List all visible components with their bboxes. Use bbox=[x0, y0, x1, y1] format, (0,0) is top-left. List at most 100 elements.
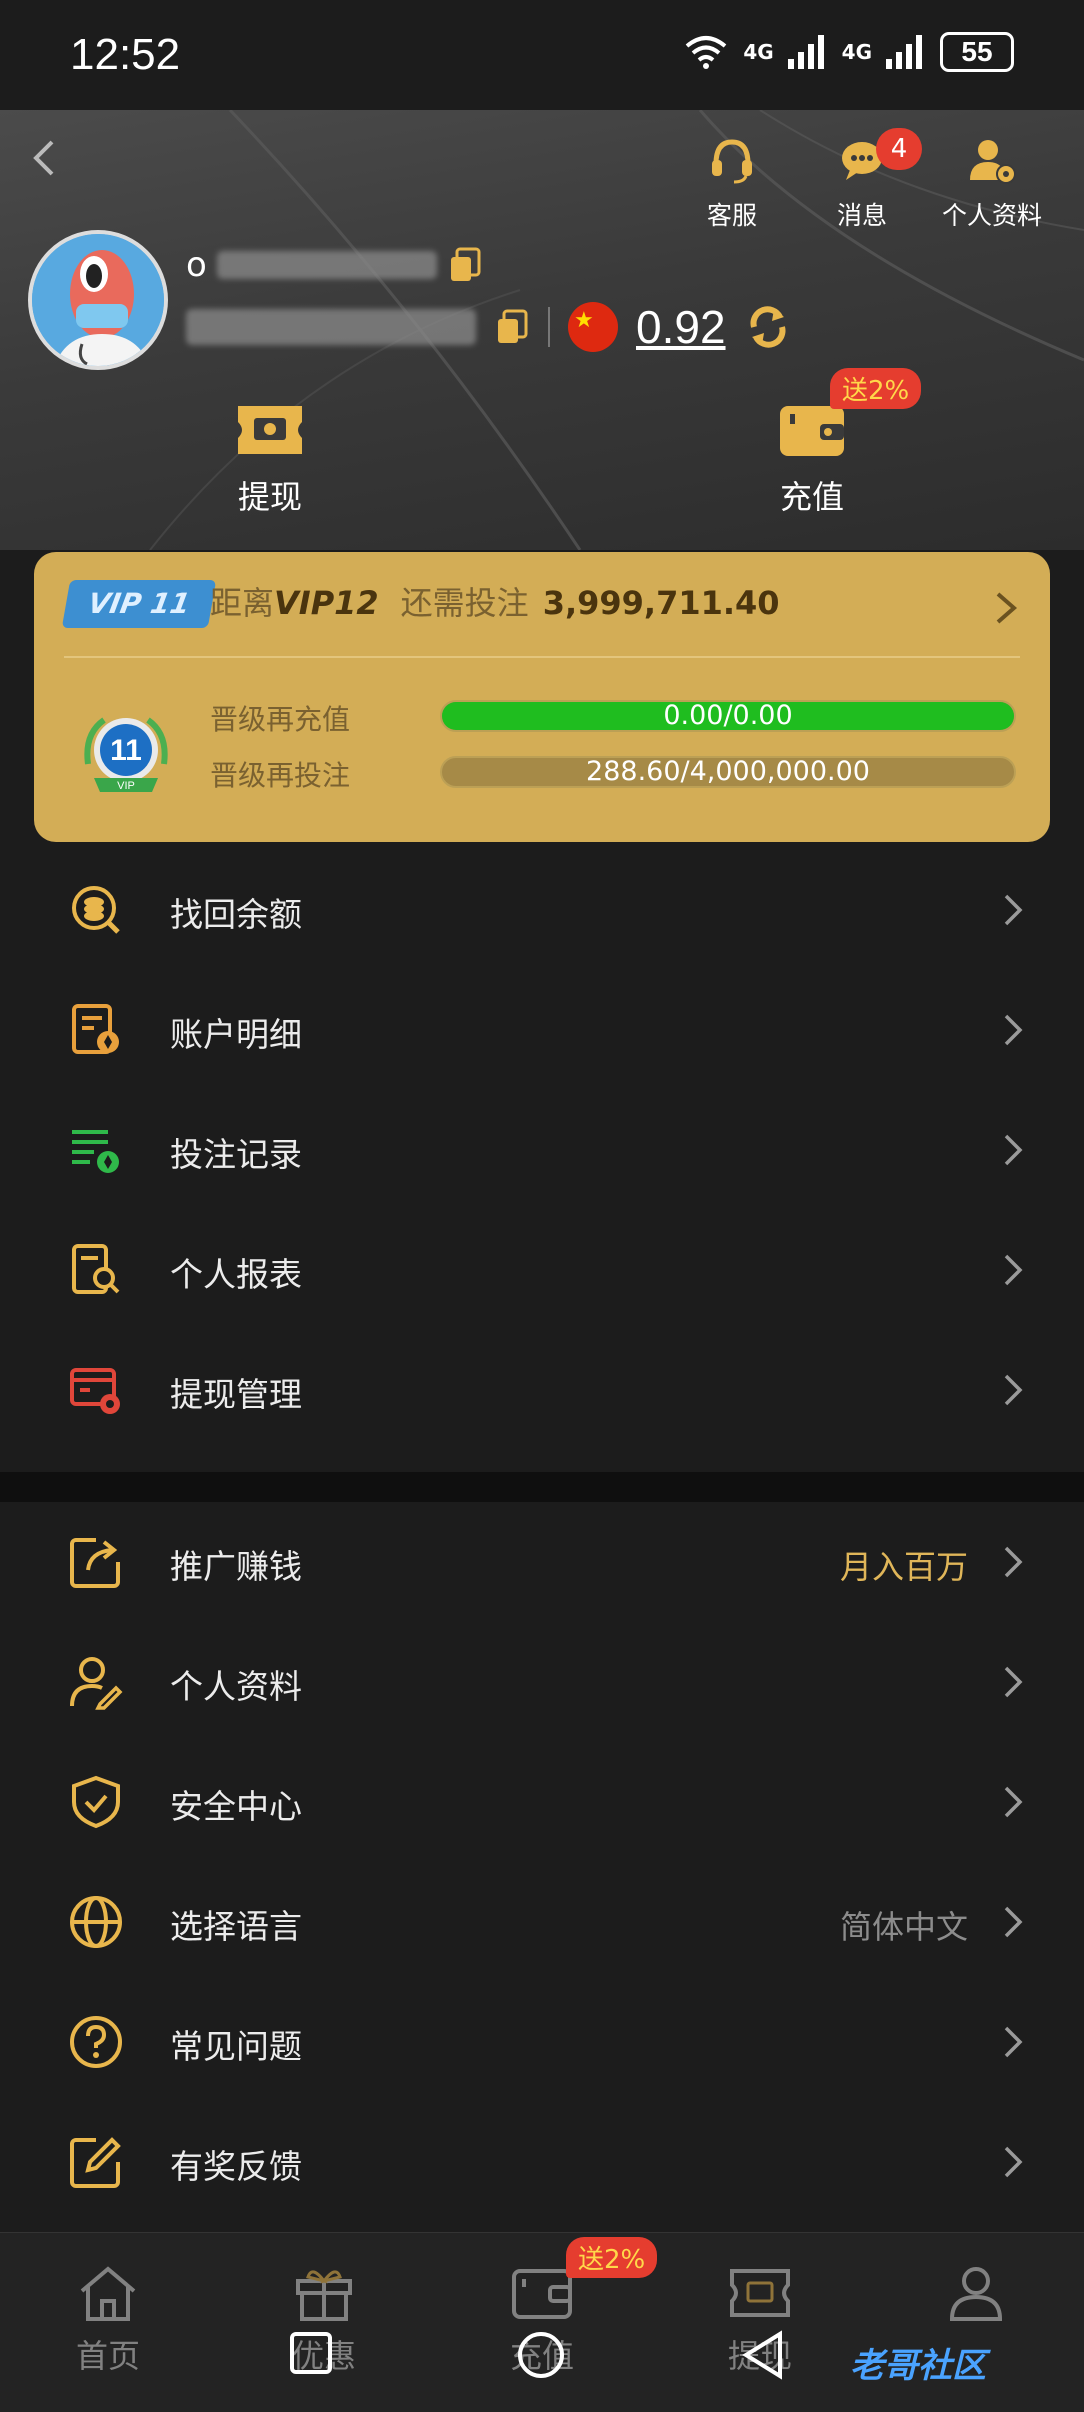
user-settings-icon bbox=[970, 140, 1016, 184]
menu-label: 常见问题 bbox=[170, 2027, 302, 2066]
vip-card[interactable]: VIP 11 距离 VIP12 还需投注 3,999,711.40 11 VIP… bbox=[34, 552, 1050, 842]
headset-icon bbox=[712, 139, 752, 184]
menu-item-feedback[interactable]: 有奖反馈 bbox=[0, 2102, 1084, 2222]
menu-label: 账户明细 bbox=[170, 1015, 302, 1054]
menu-label: 投注记录 bbox=[170, 1135, 302, 1174]
network-type-1: 4G bbox=[743, 40, 774, 64]
report-search-icon bbox=[72, 1244, 120, 1294]
customer-service-button[interactable]: 客服 bbox=[662, 134, 802, 232]
menu-extra-text: 月入百万 bbox=[839, 1548, 968, 1586]
account-row: ★ 0.92 bbox=[186, 300, 792, 354]
back-system-button[interactable] bbox=[740, 2330, 786, 2380]
recharge-progress-text: 0.00/0.00 bbox=[663, 700, 793, 731]
profile-button[interactable]: 个人资料 bbox=[922, 134, 1062, 232]
customer-service-label: 客服 bbox=[706, 201, 757, 230]
user-icon bbox=[949, 2267, 1003, 2321]
nav-profile[interactable] bbox=[916, 2263, 1036, 2327]
bet-progress-label: 晋级再投注 bbox=[210, 759, 351, 792]
nav-deposit-bonus-badge: 送2% bbox=[566, 2237, 658, 2278]
menu-item-faq[interactable]: 常见问题 bbox=[0, 1982, 1084, 2102]
username-redacted bbox=[216, 251, 437, 279]
menu-item-account-details[interactable]: 账户明细 bbox=[0, 970, 1084, 1090]
nav-home[interactable]: 首页 bbox=[48, 2263, 168, 2377]
menu-item-language[interactable]: 选择语言 简体中文 bbox=[0, 1862, 1084, 1982]
home-icon bbox=[80, 2266, 136, 2321]
withdraw-button[interactable]: 提现 bbox=[190, 400, 350, 518]
messages-label: 消息 bbox=[836, 201, 887, 230]
back-button[interactable] bbox=[18, 130, 74, 186]
bet-record-icon bbox=[72, 1130, 119, 1173]
share-icon bbox=[70, 1538, 120, 1588]
deposit-label: 充值 bbox=[779, 478, 844, 516]
user-edit-icon bbox=[70, 1657, 123, 1710]
menu-item-profile[interactable]: 个人资料 bbox=[0, 1622, 1084, 1742]
question-icon bbox=[70, 2016, 122, 2068]
wifi-icon bbox=[686, 36, 727, 69]
status-bar: 12:52 4G 4G 55 bbox=[0, 0, 1084, 110]
profile-label: 个人资料 bbox=[941, 201, 1042, 230]
bet-progress-bar: 288.60/4,000,000.00 bbox=[440, 756, 1016, 788]
deposit-button[interactable]: 充值 bbox=[732, 400, 892, 518]
withdraw-ticket-icon bbox=[238, 406, 302, 454]
copy-icon[interactable] bbox=[447, 245, 483, 285]
username-row: o bbox=[186, 245, 483, 285]
menu-item-bet-records[interactable]: 投注记录 bbox=[0, 1090, 1084, 1210]
shield-icon bbox=[72, 1775, 120, 1829]
vip-medal-icon: 11 VIP bbox=[84, 717, 168, 792]
vip-need-amount: 3,999,711.40 bbox=[542, 584, 780, 622]
chevron-right-icon bbox=[1004, 1254, 1023, 1286]
balance-amount[interactable]: 0.92 bbox=[636, 300, 726, 354]
signal-icon-1 bbox=[787, 35, 824, 69]
menu-item-promote-earn[interactable]: 推广赚钱 月入百万 bbox=[0, 1502, 1084, 1622]
copy-id-icon[interactable] bbox=[494, 307, 530, 347]
vip-medal-caption: VIP bbox=[117, 780, 135, 792]
network-type-2: 4G bbox=[841, 40, 872, 64]
chevron-right-icon bbox=[1004, 1666, 1023, 1698]
messages-button[interactable]: 4 消息 bbox=[792, 128, 932, 232]
chevron-right-icon bbox=[1004, 1786, 1023, 1818]
status-time: 12:52 bbox=[70, 30, 181, 79]
menu-item-personal-report[interactable]: 个人报表 bbox=[0, 1210, 1084, 1330]
globe-icon bbox=[70, 1896, 122, 1948]
current-language: 简体中文 bbox=[839, 1908, 968, 1946]
menu-label: 个人报表 bbox=[170, 1255, 302, 1294]
chevron-right-icon bbox=[1004, 2026, 1023, 2058]
menu-label: 提现管理 bbox=[170, 1375, 302, 1414]
recharge-progress-label: 晋级再充值 bbox=[210, 703, 351, 736]
menu-item-security-center[interactable]: 安全中心 bbox=[0, 1742, 1084, 1862]
battery-indicator: 55 bbox=[940, 32, 1014, 72]
recharge-progress-bar: 0.00/0.00 bbox=[440, 700, 1016, 732]
menu-item-withdraw-management[interactable]: 提现管理 bbox=[0, 1330, 1084, 1450]
vip-distance-text: 距离 bbox=[210, 584, 275, 622]
menu-label: 有奖反馈 bbox=[170, 2147, 302, 2186]
china-flag-icon: ★ bbox=[568, 302, 618, 352]
menu-item-recover-balance[interactable]: 找回余额 bbox=[0, 850, 1084, 970]
menu-label: 个人资料 bbox=[170, 1667, 302, 1706]
refresh-icon[interactable] bbox=[744, 303, 792, 351]
vip-need-text: 还需投注 bbox=[400, 584, 529, 622]
feedback-edit-icon bbox=[70, 2137, 121, 2188]
watermark-logo: 老哥社区 bbox=[850, 2346, 986, 2386]
menu-label: 选择语言 bbox=[170, 1907, 302, 1946]
wallet-icon bbox=[780, 406, 844, 456]
withdraw-settings-icon bbox=[70, 1368, 120, 1414]
vip-next-level: VIP12 bbox=[274, 584, 379, 622]
gift-icon bbox=[296, 2270, 352, 2321]
account-details-icon bbox=[72, 1004, 119, 1054]
recents-button[interactable] bbox=[288, 2330, 334, 2376]
secondary-menu: 推广赚钱 月入百万 个人资料 安全中心 选择语言 简体中文 常见问题 有奖反馈 bbox=[0, 1502, 1084, 2232]
signal-icon-2 bbox=[886, 35, 922, 69]
vip-medal-level: 11 bbox=[110, 734, 142, 767]
avatar[interactable] bbox=[28, 230, 168, 370]
bet-progress-text: 288.60/4,000,000.00 bbox=[586, 756, 870, 787]
chevron-right-icon bbox=[996, 592, 1018, 624]
account-id-redacted bbox=[186, 309, 476, 345]
withdraw-ticket-icon bbox=[730, 2269, 790, 2317]
chevron-right-icon bbox=[1004, 2146, 1023, 2178]
status-icons: 4G 4G 55 bbox=[683, 32, 1014, 72]
vip-upgrade-line: 距离 VIP12 还需投注 3,999,711.40 bbox=[210, 578, 780, 624]
primary-menu: 找回余额 账户明细 投注记录 个人报表 提现管理 bbox=[0, 850, 1084, 1472]
wallet-icon bbox=[512, 2269, 572, 2319]
chevron-right-icon bbox=[1004, 1014, 1023, 1046]
home-system-button[interactable] bbox=[516, 2330, 566, 2380]
